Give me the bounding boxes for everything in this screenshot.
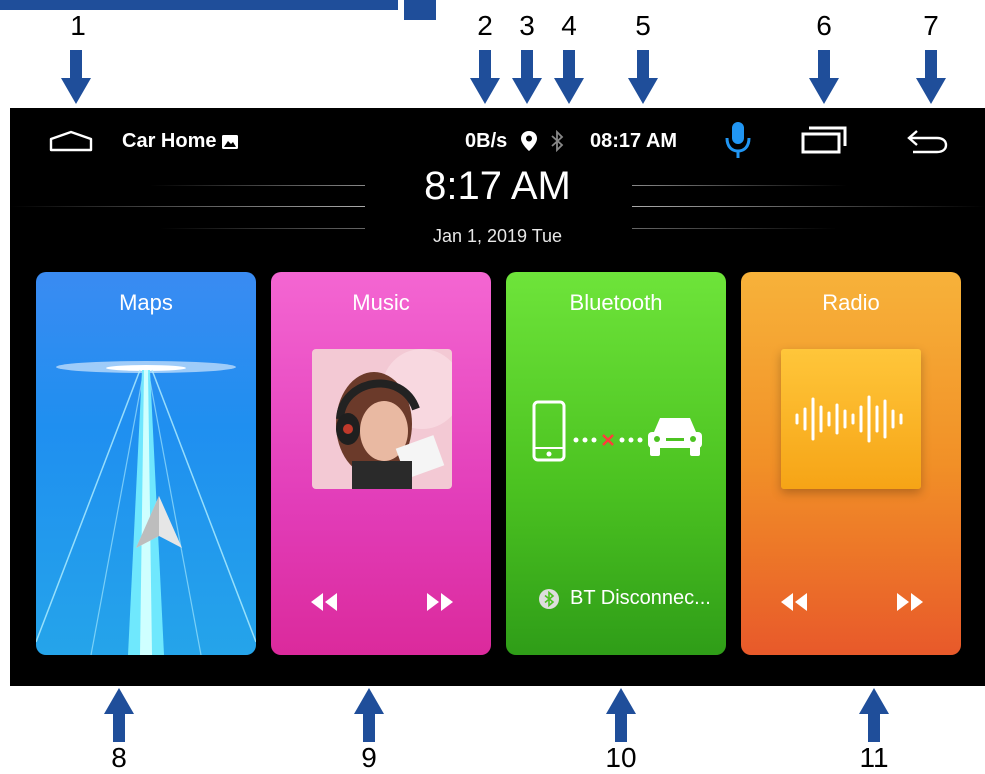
network-speed-label: 0B/s xyxy=(465,130,508,152)
back-icon xyxy=(907,130,948,154)
location-indicator xyxy=(520,130,538,152)
callout-11: 11 xyxy=(859,742,889,773)
callout-arrow-down-6 xyxy=(809,50,839,104)
callout-6: 6 xyxy=(816,10,832,41)
navigation-arrow-icon xyxy=(136,496,182,548)
car-home-screen: Car Home 0B/s 08:17 AM 8:17 AM Jan 1, 20… xyxy=(10,108,985,686)
home-button[interactable] xyxy=(48,130,94,152)
location-icon xyxy=(521,131,537,151)
rewind-icon[interactable] xyxy=(779,590,809,614)
car-icon xyxy=(648,418,702,456)
callout-arrow-down-1 xyxy=(61,50,91,104)
road-illustration xyxy=(36,361,256,655)
bluetooth-indicator xyxy=(550,130,564,152)
callout-arrow-down-3 xyxy=(512,50,542,104)
music-card[interactable]: Music xyxy=(271,272,491,655)
callout-arrow-up-9 xyxy=(354,688,384,742)
fast-forward-icon[interactable] xyxy=(425,590,455,614)
header-bar-left xyxy=(0,0,398,10)
phone-icon xyxy=(532,400,566,462)
callout-arrow-up-8 xyxy=(104,688,134,742)
callout-arrow-down-5 xyxy=(628,50,658,104)
connection-dots xyxy=(573,434,643,446)
back-button[interactable] xyxy=(905,128,949,154)
network-speed: 0B/s xyxy=(465,130,507,153)
bluetooth-title: Bluetooth xyxy=(569,290,663,315)
fast-forward-icon[interactable] xyxy=(895,590,925,614)
callout-arrow-up-11 xyxy=(859,688,889,742)
callout-arrow-up-10 xyxy=(606,688,636,742)
callout-7: 7 xyxy=(923,10,939,41)
header-bar-block xyxy=(404,0,436,20)
bluetooth-icon xyxy=(539,588,559,609)
callout-9: 9 xyxy=(361,742,377,773)
microphone-icon xyxy=(725,122,751,158)
bluetooth-icon xyxy=(551,130,564,152)
bluetooth-card[interactable]: Bluetooth BT Disconnec... xyxy=(506,272,726,655)
callout-arrow-down-2 xyxy=(470,50,500,104)
picture-icon xyxy=(222,134,239,149)
callout-8: 8 xyxy=(111,742,127,773)
recent-apps-button[interactable] xyxy=(800,124,848,156)
callout-4: 4 xyxy=(561,10,577,41)
callout-5: 5 xyxy=(635,10,651,41)
sound-wave-icon xyxy=(795,395,903,443)
app-name-label: Car Home xyxy=(122,130,217,152)
bt-status-label: BT Disconnec... xyxy=(570,587,711,609)
radio-title: Radio xyxy=(822,290,880,315)
music-title: Music xyxy=(352,290,410,315)
clock-date: Jan 1, 2019 Tue xyxy=(432,226,563,246)
rewind-icon[interactable] xyxy=(309,590,339,614)
callout-arrow-down-7 xyxy=(916,50,946,104)
status-time: 08:17 AM xyxy=(590,130,678,152)
bt-status: BT Disconnec... xyxy=(538,587,711,610)
maps-card[interactable]: Maps xyxy=(36,272,256,655)
callout-1: 1 xyxy=(70,10,86,41)
home-icon xyxy=(49,130,93,152)
radio-card[interactable]: Radio xyxy=(741,272,961,655)
app-title: Car Home xyxy=(122,130,240,153)
radio-cover xyxy=(781,349,921,489)
recent-apps-icon xyxy=(801,126,847,154)
callout-3: 3 xyxy=(519,10,535,41)
status-clock: 08:17 AM xyxy=(590,130,677,153)
callout-arrow-down-4 xyxy=(554,50,584,104)
voice-button[interactable] xyxy=(724,120,752,160)
callout-10: 10 xyxy=(605,742,637,773)
callout-2: 2 xyxy=(477,10,493,41)
clock-time: 8:17 AM xyxy=(424,164,571,208)
album-cover xyxy=(312,349,452,489)
